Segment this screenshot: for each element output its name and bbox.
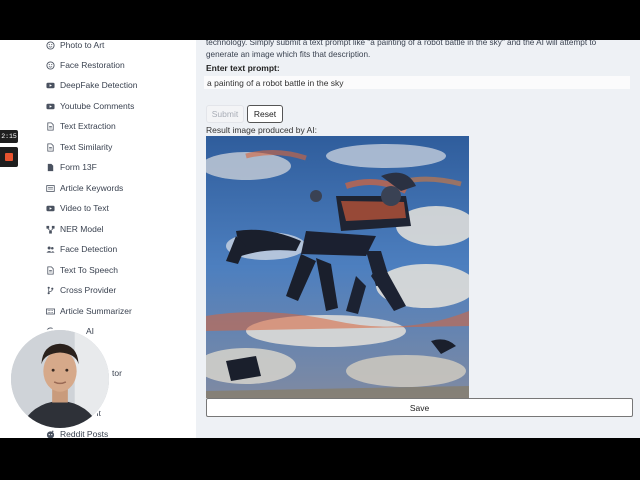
sidebar-item-cross-provider[interactable]: Cross Provider: [46, 282, 116, 298]
youtube-icon: [46, 102, 55, 111]
sidebar-item-text-extraction[interactable]: Text Extraction: [46, 118, 116, 134]
sidebar-item-label: Form 13F: [60, 162, 97, 172]
sidebar-item-youtube-comments[interactable]: Youtube Comments: [46, 98, 134, 114]
prompt-label: Enter text prompt:: [206, 63, 280, 73]
stop-recording-button[interactable]: [0, 147, 18, 167]
reddit-icon: [46, 430, 55, 438]
webcam-overlay: [9, 328, 111, 430]
sidebar-item-label: Article Keywords: [60, 183, 124, 193]
sidebar-item-label: NER Model: [60, 224, 104, 234]
sidebar-item-form-13f[interactable]: Form 13F: [46, 159, 97, 175]
youtube-icon: [46, 81, 55, 90]
result-label: Result image produced by AI:: [206, 125, 318, 135]
sidebar-item-ner-model[interactable]: NER Model: [46, 221, 103, 237]
sidebar-item-label: AI: [86, 326, 95, 336]
prompt-input[interactable]: [204, 76, 630, 89]
sidebar-item-article-keywords[interactable]: Article Keywords: [46, 180, 123, 196]
list-icon: [46, 184, 55, 193]
sidebar-item-label: Video to Text: [60, 203, 109, 213]
sidebar-item-face-detection[interactable]: Face Detection: [46, 241, 117, 257]
result-image: [206, 136, 469, 398]
sidebar-item-label: DeepFake Detection: [60, 80, 138, 90]
reset-button[interactable]: Reset: [247, 105, 283, 123]
sidebar-item-label: Article Summarizer: [60, 306, 132, 316]
keyboard-icon: [46, 307, 55, 316]
tool-description: technology. Simply submit a text prompt …: [206, 40, 597, 59]
users-icon: [46, 245, 55, 254]
sidebar-item-label: Photo to Art: [60, 40, 105, 50]
youtube-icon: [46, 204, 55, 213]
sidebar-item-label: Text Similarity: [60, 142, 113, 152]
sidebar-item-article-summarizer[interactable]: Article Summarizer: [46, 303, 132, 319]
sidebar-item-label: tor: [112, 368, 122, 378]
document-icon: [46, 142, 55, 152]
branch-icon: [46, 286, 55, 295]
sidebar-item-label: Text To Speech: [60, 265, 118, 275]
stop-icon: [5, 153, 13, 161]
sidebar-item-text-to-speech[interactable]: Text To Speech: [46, 262, 118, 278]
sidebar-item-label: Face Detection: [60, 244, 118, 254]
sidebar-item-video-to-text[interactable]: Video to Text: [46, 200, 109, 216]
recording-timer: 2:15: [0, 130, 18, 143]
sidebar-item-text-similarity[interactable]: Text Similarity: [46, 139, 112, 155]
smiley-icon: [46, 40, 55, 50]
sidebar-item-label: Cross Provider: [60, 285, 117, 295]
sidebar-item-label: Text Extraction: [60, 121, 116, 131]
smiley-icon: [46, 60, 55, 70]
sidebar-item-label: Face Restoration: [60, 60, 125, 70]
sidebar-item-label: Reddit Posts: [60, 429, 109, 438]
document-icon: [46, 265, 55, 275]
network-icon: [46, 225, 55, 234]
document-icon: [46, 121, 55, 131]
submit-button[interactable]: Submit: [206, 105, 244, 123]
sidebar-item-deepfake-detection[interactable]: DeepFake Detection: [46, 77, 138, 93]
sidebar-item-photo-to-art[interactable]: Photo to Art: [46, 40, 104, 53]
file-icon: [46, 163, 55, 172]
sidebar-item-face-restoration[interactable]: Face Restoration: [46, 57, 125, 73]
save-button[interactable]: Save: [206, 398, 633, 417]
sidebar-item-label: Youtube Comments: [60, 101, 135, 111]
main-content: technology. Simply submit a text prompt …: [196, 40, 640, 438]
